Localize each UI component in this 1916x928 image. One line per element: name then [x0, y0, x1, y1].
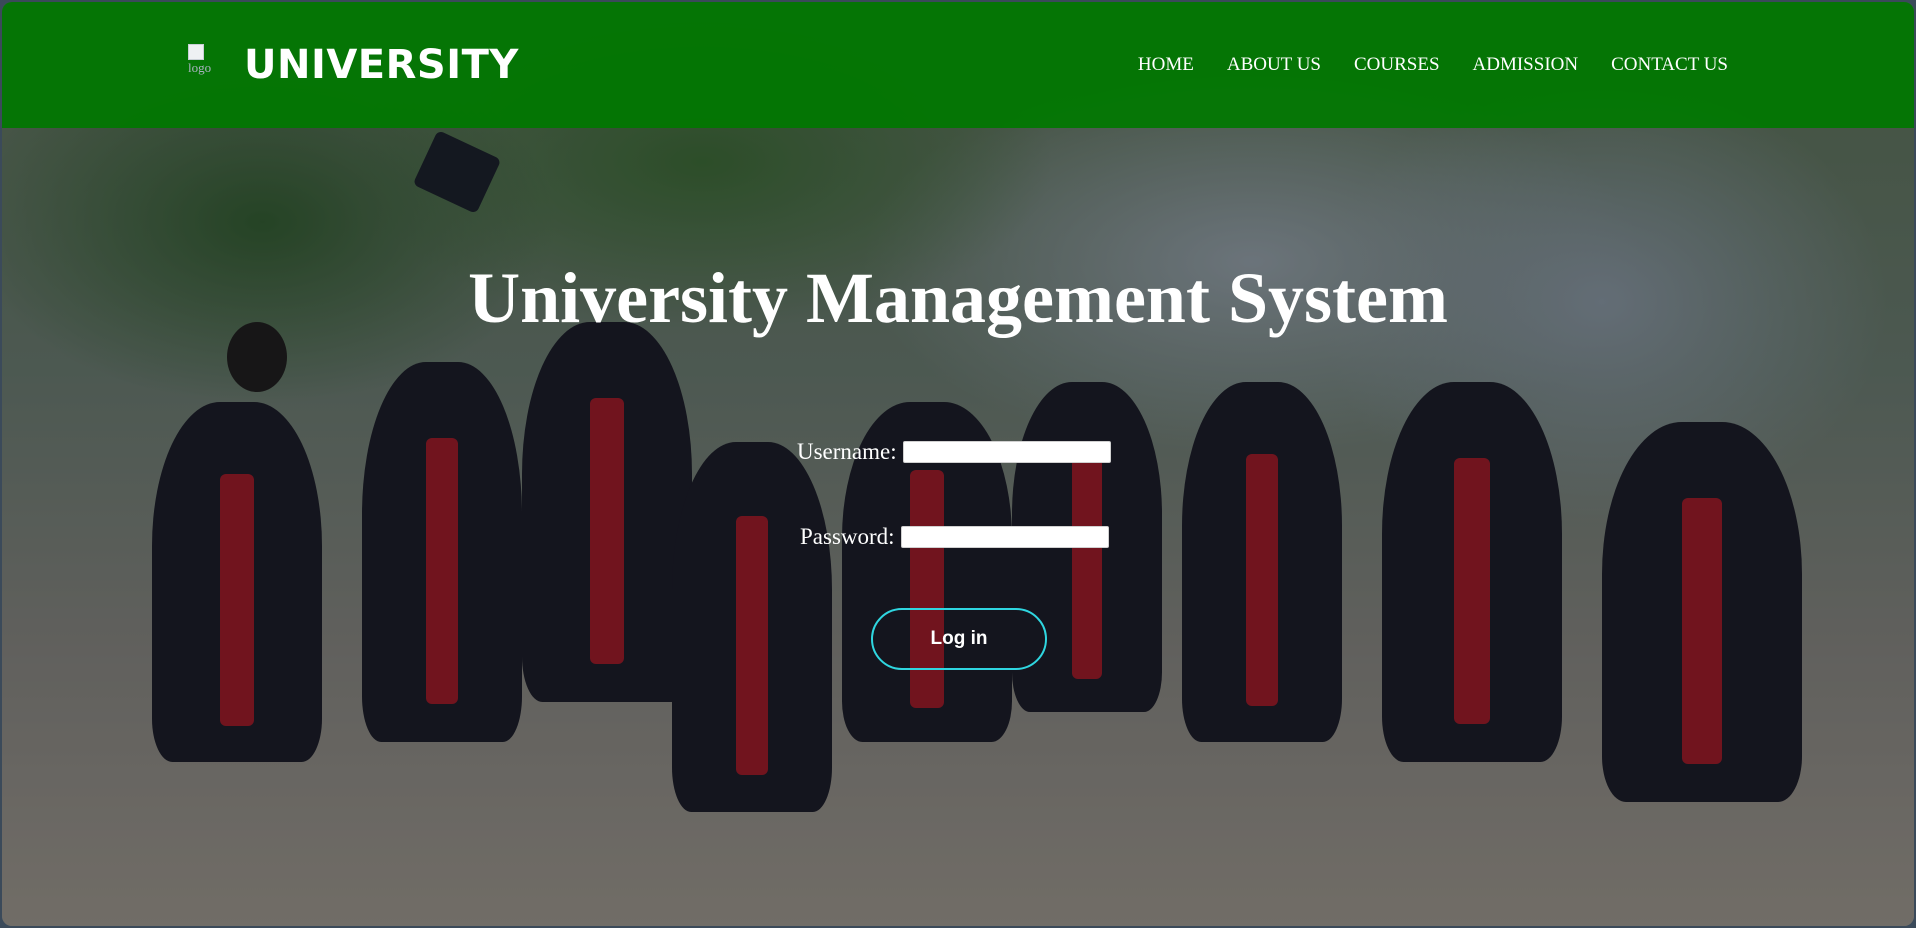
navbar: logo UNIVERSITY HOME ABOUT US COURSES AD… [2, 2, 1914, 128]
username-row: Username: [797, 439, 1111, 465]
password-input[interactable] [900, 526, 1109, 548]
nav-menu: HOME ABOUT US COURSES ADMISSION CONTACT … [1138, 54, 1728, 76]
nav-item-home: HOME [1138, 54, 1194, 76]
brand-name[interactable]: UNIVERSITY [244, 42, 519, 88]
nav-item-about-us: ABOUT US [1227, 54, 1321, 76]
nav-link-home[interactable]: HOME [1138, 54, 1194, 75]
password-label: Password: [800, 524, 895, 549]
nav-link-contact-us[interactable]: CONTACT US [1611, 54, 1728, 75]
password-row: Password: [800, 524, 1109, 550]
logo-alt-text: logo [188, 60, 212, 75]
page-title: University Management System [468, 258, 1448, 338]
logo-image[interactable]: logo [188, 44, 226, 86]
nav-link-courses[interactable]: COURSES [1354, 54, 1440, 75]
nav-link-admission[interactable]: ADMISSION [1473, 54, 1579, 75]
nav-link-about-us[interactable]: ABOUT US [1227, 54, 1321, 75]
nav-item-admission: ADMISSION [1473, 54, 1579, 76]
broken-image-icon [188, 44, 204, 60]
nav-item-courses: COURSES [1354, 54, 1440, 76]
login-button[interactable]: Log in [871, 608, 1047, 670]
username-input[interactable] [902, 441, 1111, 463]
page-frame: logo UNIVERSITY HOME ABOUT US COURSES AD… [2, 2, 1914, 926]
nav-item-contact-us: CONTACT US [1611, 54, 1728, 76]
username-label: Username: [797, 439, 897, 464]
